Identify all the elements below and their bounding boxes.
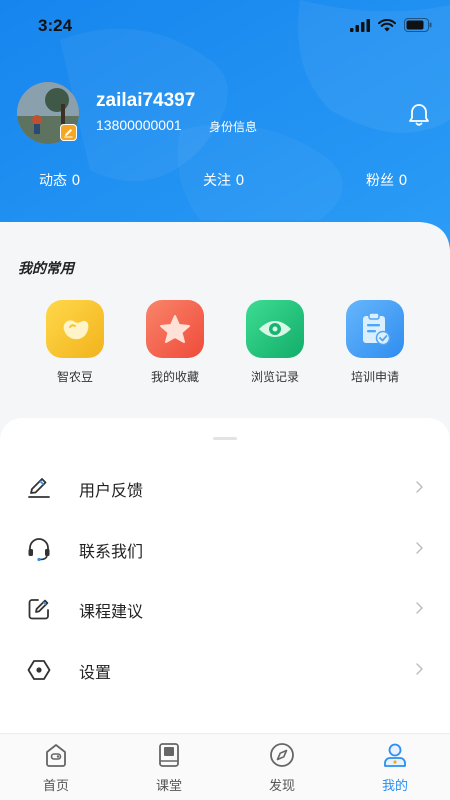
username: zailai74397 [96,90,196,111]
panel-grip [213,437,237,440]
edit-note-icon [28,599,49,620]
menu-item-contact[interactable]: 联系我们 [0,519,450,579]
shortcut-label: 培训申请 [350,370,399,384]
shortcut-history[interactable]: 浏览记录 [225,300,325,385]
wifi-icon [378,18,396,31]
bean-icon [46,300,104,358]
shortcut-favorites[interactable]: 我的收藏 [125,300,225,385]
menu-label: 设置 [79,663,112,682]
profile-stats: 动态 0 关注 0 粉丝 0 [0,170,450,192]
stat-following[interactable]: 关注 0 [203,170,244,190]
pen-icon [28,478,50,498]
menu-label: 联系我们 [79,542,144,561]
edit-icon [64,129,73,138]
shortcut-label: 浏览记录 [250,370,299,384]
tab-label: 课堂 [155,779,182,794]
menu-item-course-suggestion[interactable]: 课程建议 [0,579,450,639]
tab-label: 我的 [381,779,408,794]
chevron-right-icon [416,602,423,614]
book-icon [159,743,179,767]
tab-classroom[interactable]: 课堂 [113,741,225,794]
shortcut-zhinongdou[interactable]: 智农豆 [25,300,125,385]
star-icon [146,300,204,358]
status-icons [350,18,432,32]
notification-bell-icon[interactable] [407,102,431,128]
status-bar: 3:24 [0,0,450,54]
menu-label: 用户反馈 [79,481,144,500]
stat-posts[interactable]: 动态 0 [39,170,80,190]
settings-hexagon-icon [27,660,51,680]
menu-label: 课程建议 [79,602,144,621]
shortcut-training-apply[interactable]: 培训申请 [325,300,425,385]
user-icon [384,743,406,767]
common-section-title: 我的常用 [18,261,74,277]
chevron-right-icon [416,481,423,493]
profile-header: 3:24 zailai74397 13800000001 身份信息 动态 0 关… [0,0,450,250]
identity-info-link[interactable]: 身份信息 [209,118,257,135]
tab-label: 首页 [42,779,69,794]
chevron-right-icon [416,542,423,554]
status-time: 3:24 [38,16,73,35]
shortcut-label: 我的收藏 [150,370,199,384]
tab-label: 发现 [268,779,295,794]
avatar-edit-button[interactable] [60,124,77,141]
home-icon [46,744,66,767]
menu-item-settings[interactable]: 设置 [0,640,450,700]
menu-item-feedback[interactable]: 用户反馈 [0,458,450,518]
compass-icon [270,743,294,767]
eye-icon [246,300,304,358]
bottom-tab-bar: 首页 课堂 发现 我的 [0,733,450,800]
signal-icon [350,18,370,32]
menu-panel: 用户反馈 联系我们 课程建议 设置 [0,418,450,734]
chevron-right-icon [416,663,423,675]
tab-home[interactable]: 首页 [0,741,112,794]
battery-icon [404,18,432,32]
tab-discover[interactable]: 发现 [226,741,338,794]
stat-fans[interactable]: 粉丝 0 [366,170,407,190]
tab-mine[interactable]: 我的 [339,741,450,794]
clipboard-icon [346,300,404,358]
shortcut-label: 智农豆 [56,370,93,384]
phone-number: 13800000001 [96,117,182,133]
headset-icon [28,538,50,562]
